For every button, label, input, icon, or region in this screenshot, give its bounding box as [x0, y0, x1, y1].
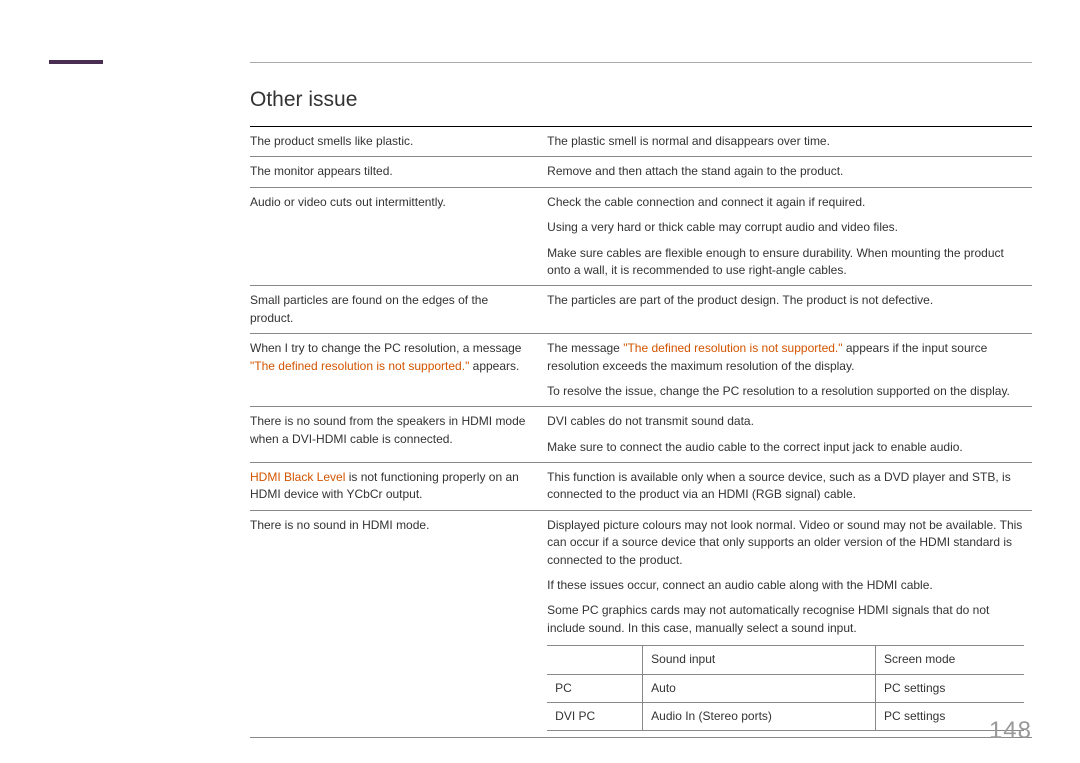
table-row: Sound input Screen mode — [547, 646, 1024, 674]
issue-right: The message "The defined resolution is n… — [547, 334, 1032, 407]
table-row: Small particles are found on the edges o… — [250, 286, 1032, 334]
issue-right: Displayed picture colours may not look n… — [547, 510, 1032, 738]
subtable-cell: Auto — [643, 674, 876, 702]
issue-para: Make sure cables are flexible enough to … — [547, 245, 1024, 280]
table-row: The product smells like plastic. The pla… — [250, 127, 1032, 157]
issue-para: To resolve the issue, change the PC reso… — [547, 383, 1024, 400]
issue-left: Audio or video cuts out intermittently. — [250, 187, 547, 286]
issue-left: There is no sound in HDMI mode. — [250, 510, 547, 738]
issues-table: The product smells like plastic. The pla… — [250, 126, 1032, 738]
table-row: PC Auto PC settings — [547, 674, 1024, 702]
table-row: HDMI Black Level is not functioning prop… — [250, 463, 1032, 511]
accent-bar — [49, 60, 103, 64]
table-row: There is no sound in HDMI mode. Displaye… — [250, 510, 1032, 738]
subtable-cell: PC settings — [875, 674, 1024, 702]
table-row: The monitor appears tilted. Remove and t… — [250, 157, 1032, 187]
issue-para: Check the cable connection and connect i… — [547, 194, 1024, 211]
highlight-text: HDMI Black Level — [250, 470, 345, 484]
issue-left: When I try to change the PC resolution, … — [250, 334, 547, 407]
issue-para: If these issues occur, connect an audio … — [547, 577, 1024, 594]
issue-para: The message "The defined resolution is n… — [547, 340, 1024, 375]
issue-left: HDMI Black Level is not functioning prop… — [250, 463, 547, 511]
page-number: 148 — [989, 717, 1032, 745]
subtable-cell — [547, 646, 643, 674]
sound-input-subtable: Sound input Screen mode PC Auto PC setti… — [547, 645, 1024, 731]
table-row-end — [250, 738, 1032, 739]
highlight-text: "The defined resolution is not supported… — [623, 341, 842, 355]
text-span: When I try to change the PC resolution, … — [250, 341, 521, 355]
issue-right: The particles are part of the product de… — [547, 286, 1032, 334]
table-row: Audio or video cuts out intermittently. … — [250, 187, 1032, 286]
issue-left: The product smells like plastic. — [250, 127, 547, 157]
table-row: There is no sound from the speakers in H… — [250, 407, 1032, 463]
issue-right: This function is available only when a s… — [547, 463, 1032, 511]
issue-right: Remove and then attach the stand again t… — [547, 157, 1032, 187]
subtable-cell: PC — [547, 674, 643, 702]
issue-right: Check the cable connection and connect i… — [547, 187, 1032, 286]
issue-para: Make sure to connect the audio cable to … — [547, 439, 1024, 456]
issue-para: DVI cables do not transmit sound data. — [547, 413, 1024, 430]
issue-left: There is no sound from the speakers in H… — [250, 407, 547, 463]
top-rule — [250, 62, 1032, 63]
page-content: Other issue The product smells like plas… — [250, 88, 1032, 738]
issue-right: DVI cables do not transmit sound data. M… — [547, 407, 1032, 463]
table-row: DVI PC Audio In (Stereo ports) PC settin… — [547, 702, 1024, 730]
text-span: The message — [547, 341, 623, 355]
issue-left: Small particles are found on the edges o… — [250, 286, 547, 334]
subtable-cell: Sound input — [643, 646, 876, 674]
section-title: Other issue — [250, 88, 1032, 112]
issue-para: Some PC graphics cards may not automatic… — [547, 602, 1024, 637]
issue-left: The monitor appears tilted. — [250, 157, 547, 187]
issue-para: Using a very hard or thick cable may cor… — [547, 219, 1024, 236]
table-row: When I try to change the PC resolution, … — [250, 334, 1032, 407]
subtable-cell: Audio In (Stereo ports) — [643, 702, 876, 730]
subtable-cell: DVI PC — [547, 702, 643, 730]
issue-para: Displayed picture colours may not look n… — [547, 517, 1024, 569]
text-span: appears. — [469, 359, 519, 373]
highlight-text: "The defined resolution is not supported… — [250, 359, 469, 373]
issue-right: The plastic smell is normal and disappea… — [547, 127, 1032, 157]
subtable-cell: Screen mode — [875, 646, 1024, 674]
